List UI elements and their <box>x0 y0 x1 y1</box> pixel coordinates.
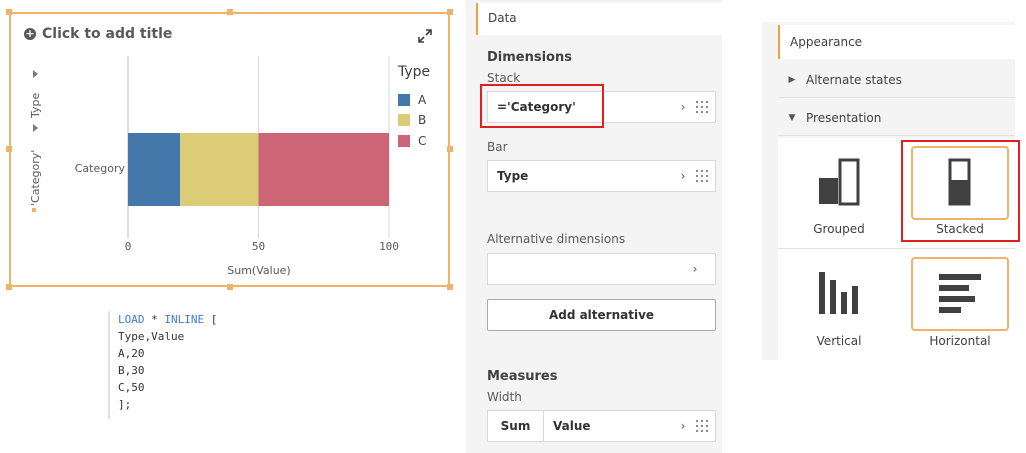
add-alternative-button[interactable]: Add alternative <box>487 299 716 331</box>
dimension-label-type: Type <box>29 93 42 119</box>
legend-swatch <box>398 135 410 147</box>
x-axis-title: Sum(Value) <box>227 264 290 277</box>
drag-handle-icon[interactable] <box>695 100 709 114</box>
legend-label: A <box>418 93 427 107</box>
dimension-label-category: 'Category' <box>29 150 42 206</box>
script-token: [ <box>204 313 218 326</box>
drag-handle-icon[interactable] <box>695 169 709 183</box>
caret-right-icon: ▶ <box>788 74 796 85</box>
grouped-bars-icon <box>819 158 860 206</box>
bar-dimension-value: Type <box>497 169 529 183</box>
vertical-label: Vertical <box>816 334 862 348</box>
resize-handle[interactable] <box>447 284 453 290</box>
legend-item-c[interactable]: C <box>398 134 426 148</box>
appearance-section-header[interactable]: Appearance <box>778 25 1015 59</box>
properties-data-panel <box>466 0 722 453</box>
horizontal-label: Horizontal <box>929 334 991 348</box>
bar-segment-b[interactable] <box>180 133 259 206</box>
caret-down-icon: ▼ <box>788 112 796 123</box>
bar-segment-c[interactable] <box>258 133 390 206</box>
stack-label: Stack <box>487 71 521 85</box>
bar-label: Bar <box>487 140 508 154</box>
width-label: Width <box>487 390 522 404</box>
highlight-box <box>901 140 1020 242</box>
legend-label: B <box>418 113 427 127</box>
x-tick-label: 100 <box>379 240 399 253</box>
horizontal-bars-icon <box>939 274 981 313</box>
presentation-row[interactable]: ▼ Presentation <box>778 100 1015 136</box>
alternative-dimensions-field[interactable]: › <box>487 253 716 285</box>
alternate-states-row[interactable]: ▶ Alternate states <box>778 62 1015 98</box>
x-tick-label: 50 <box>252 240 265 253</box>
legend-swatch <box>398 94 410 106</box>
presentation-label: Presentation <box>806 110 882 125</box>
dimensions-title: Dimensions <box>487 50 572 65</box>
alternative-dimensions-label: Alternative dimensions <box>487 232 626 246</box>
measure-field[interactable]: Sum Value › <box>487 410 716 442</box>
grouped-option[interactable]: Grouped <box>779 140 897 246</box>
measure-field-value: Value <box>553 419 591 433</box>
legend-title: Type <box>398 64 431 80</box>
dimension-labels-vertical: Type 'Category' <box>29 70 42 212</box>
alternate-states-label: Alternate states <box>806 72 902 87</box>
resize-handle[interactable] <box>6 284 12 290</box>
vertical-bars-icon <box>819 272 858 314</box>
bar-dimension-field[interactable]: Type › <box>487 160 716 192</box>
script-keyword: INLINE <box>164 313 205 326</box>
drag-handle-icon[interactable] <box>695 419 709 433</box>
script-line: B,30 <box>118 364 145 377</box>
bar-segment-a[interactable] <box>128 133 181 206</box>
measures-title: Measures <box>487 369 558 384</box>
load-script: LOAD * INLINE [ Type,Value A,20 B,30 C,5… <box>108 311 258 419</box>
divider <box>778 248 1015 249</box>
expand-icon[interactable] <box>417 28 433 44</box>
expand-arrow-icon <box>33 124 38 132</box>
resize-handle[interactable] <box>227 9 233 15</box>
resize-handle[interactable] <box>447 9 453 15</box>
legend-swatch <box>398 114 410 126</box>
legend-item-a[interactable]: A <box>398 93 426 107</box>
script-line: LOAD * INLINE [ <box>118 311 258 328</box>
bar-chart: 0 50 100 Category Sum(Value) <box>75 56 399 277</box>
chevron-right-icon: › <box>680 419 686 433</box>
vertical-option[interactable]: Vertical <box>779 252 897 358</box>
script-line: Type,Value <box>118 330 185 343</box>
legend-item-b[interactable]: B <box>398 113 426 127</box>
add-icon: + <box>24 27 36 40</box>
resize-handle[interactable] <box>6 9 12 15</box>
chevron-right-icon: › <box>680 169 686 183</box>
category-label: Category <box>75 162 126 175</box>
expand-arrow-icon <box>33 70 38 78</box>
chart-title-text: Click to add title <box>42 26 173 42</box>
data-section-header[interactable]: Data <box>476 3 722 35</box>
measure-aggregation[interactable]: Sum <box>488 411 544 441</box>
script-line: ]; <box>118 398 132 411</box>
dimension-marker <box>32 208 36 212</box>
horizontal-option[interactable]: Horizontal <box>900 252 1018 358</box>
resize-handle[interactable] <box>6 146 12 152</box>
script-token: * <box>144 313 165 326</box>
chevron-right-icon: › <box>680 100 686 114</box>
highlight-box <box>480 84 604 128</box>
script-keyword: LOAD <box>118 313 145 326</box>
x-tick-label: 0 <box>125 240 132 253</box>
grouped-label: Grouped <box>813 222 865 236</box>
chevron-right-icon: › <box>692 262 698 276</box>
legend-label: C <box>418 134 427 148</box>
script-line: C,50 <box>118 381 145 394</box>
chart-title[interactable]: + Click to add title <box>24 26 172 42</box>
script-line: A,20 <box>118 347 145 360</box>
resize-handle[interactable] <box>447 146 453 152</box>
